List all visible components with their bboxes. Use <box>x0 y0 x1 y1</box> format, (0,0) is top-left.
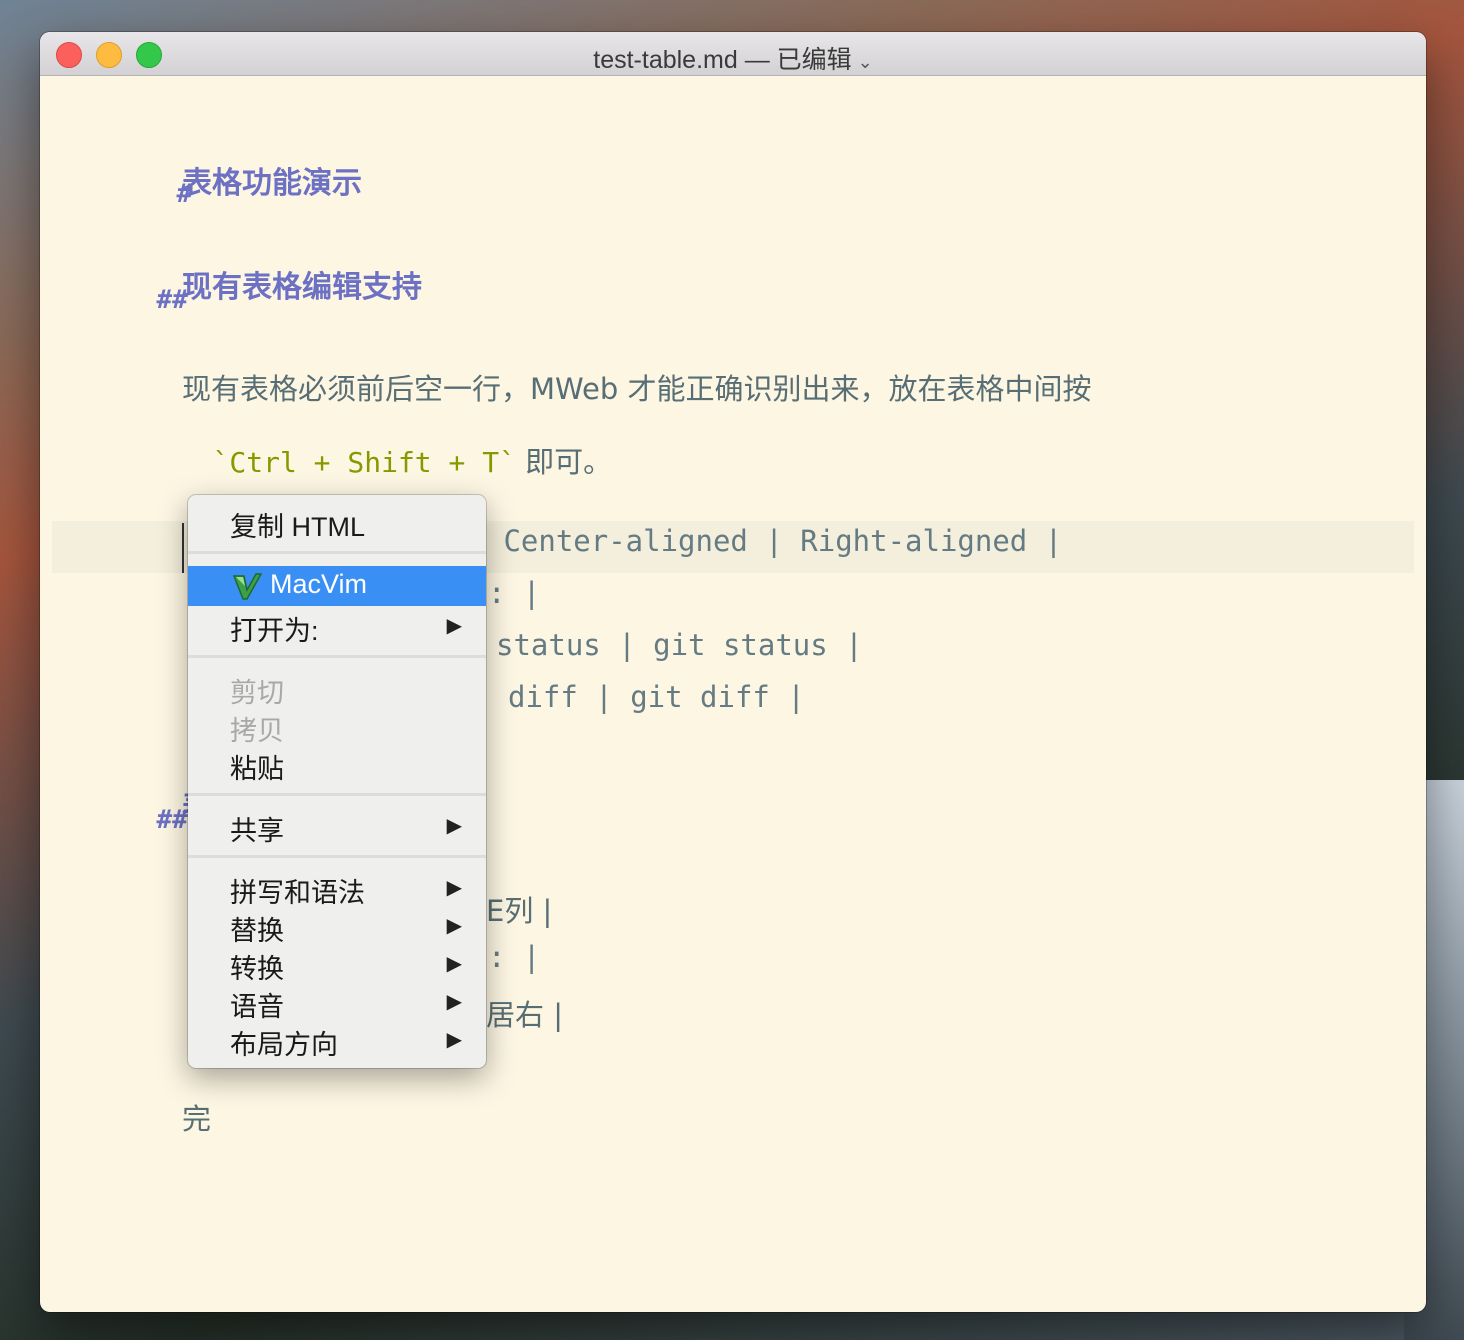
table-row-1: status | git status | <box>496 628 863 662</box>
table-row-2: diff | git diff | <box>508 680 805 714</box>
submenu-arrow-icon: ▶ <box>446 915 462 937</box>
table2-row-header: E列 | <box>486 894 553 928</box>
text-caret <box>182 523 184 573</box>
vim-icon <box>232 573 262 600</box>
table-row-header: Center-aligned | Right-aligned | <box>486 524 1063 558</box>
inline-code: `Ctrl + Shift + T` <box>212 446 516 479</box>
paragraph-line-1: 现有表格必须前后空一行，MWeb 才能正确识别出来，放在表格中间按 <box>182 372 1092 406</box>
heading-2b-marker: ## <box>126 786 188 854</box>
menu-separator <box>188 655 486 658</box>
menu-item-cut: 剪切 <box>188 669 486 708</box>
menu-item-label: 替换 <box>230 916 284 946</box>
menu-item-label: 打开为: <box>230 616 319 646</box>
heading-2-marker: ## <box>126 266 188 334</box>
menu-item-label: 拷贝 <box>230 716 284 746</box>
menu-item-label: 粘贴 <box>230 754 284 784</box>
paragraph-line-2: `Ctrl + Shift + T` 即可。 <box>182 420 613 500</box>
heading-2-text: 现有表格编辑支持 <box>182 270 422 305</box>
submenu-arrow-icon: ▶ <box>446 1029 462 1051</box>
context-menu: 复制 HTML MacVim 打开为: ▶ 剪切 拷贝 粘贴 共享 ▶ 拼写和语… <box>188 495 486 1068</box>
menu-item-open-as[interactable]: 打开为: ▶ <box>188 607 486 646</box>
menu-item-label: 布局方向 <box>230 1030 338 1060</box>
menu-separator <box>188 793 486 796</box>
menu-item-share[interactable]: 共享 ▶ <box>188 807 486 846</box>
paragraph-suffix: 即可。 <box>515 445 613 479</box>
menu-item-substitutions[interactable]: 替换 ▶ <box>188 907 486 946</box>
submenu-arrow-icon: ▶ <box>446 815 462 837</box>
menu-separator <box>188 855 486 858</box>
window-title-text: test-table.md — 已编辑 <box>593 46 852 74</box>
menu-item-transformations[interactable]: 转换 ▶ <box>188 945 486 984</box>
submenu-arrow-icon: ▶ <box>446 615 462 637</box>
submenu-arrow-icon: ▶ <box>446 953 462 975</box>
menu-item-copy-html[interactable]: 复制 HTML <box>188 503 486 542</box>
heading-1-text: 表格功能演示 <box>182 166 362 201</box>
menu-item-layout-direction[interactable]: 布局方向 ▶ <box>188 1021 486 1060</box>
window-title[interactable]: test-table.md — 已编辑 ⌄ <box>40 40 1426 76</box>
menu-separator <box>188 551 486 554</box>
menu-item-spelling[interactable]: 拼写和语法 ▶ <box>188 869 486 908</box>
table2-row-1: 居右 | <box>486 998 563 1032</box>
end-text: 完 <box>182 1102 212 1136</box>
menu-item-paste[interactable]: 粘贴 <box>188 745 486 784</box>
submenu-arrow-icon: ▶ <box>446 991 462 1013</box>
menu-item-label: 转换 <box>230 954 284 984</box>
menu-item-label: 复制 HTML <box>230 512 365 542</box>
menu-item-label: 剪切 <box>230 678 284 708</box>
submenu-arrow-icon: ▶ <box>446 877 462 899</box>
menu-item-label: 共享 <box>230 816 284 846</box>
menu-item-label: 拼写和语法 <box>230 878 365 908</box>
menu-item-copy: 拷贝 <box>188 707 486 746</box>
title-bar[interactable]: test-table.md — 已编辑 ⌄ <box>40 32 1426 76</box>
menu-item-macvim[interactable]: MacVim <box>188 566 486 606</box>
menu-item-speech[interactable]: 语音 ▶ <box>188 983 486 1022</box>
table-row-align: : | <box>488 576 541 610</box>
menu-item-label: MacVim <box>270 569 368 599</box>
table2-row-align: : | <box>488 940 541 974</box>
chevron-down-icon[interactable]: ⌄ <box>858 52 873 72</box>
menu-item-label: 语音 <box>230 992 284 1022</box>
